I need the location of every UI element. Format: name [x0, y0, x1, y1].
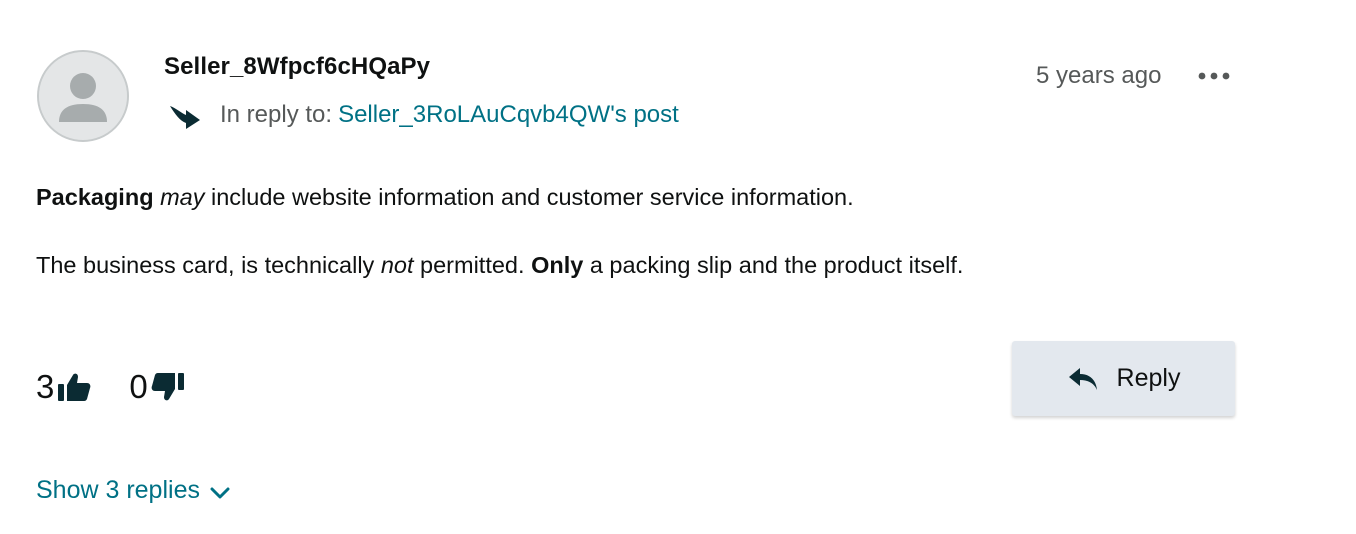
- vote-bar: 3 0: [36, 368, 185, 406]
- reply-to-line: In reply to: Seller_3RoLAuCqvb4QW's post: [168, 100, 679, 130]
- post-timestamp: 5 years ago: [1036, 62, 1162, 89]
- show-replies-toggle[interactable]: Show 3 replies: [36, 476, 230, 505]
- reply-to-label: In reply to:: [220, 101, 333, 128]
- post-body-paragraph-2: The business card, is technically not pe…: [36, 252, 963, 279]
- paragraph-text: The business card, is technically: [36, 252, 375, 278]
- thumbs-up-icon: [58, 373, 91, 401]
- paragraph-text: permitted.: [420, 252, 525, 278]
- thumbs-down-icon: [151, 373, 184, 401]
- paragraph-text: include website information and customer…: [211, 184, 854, 210]
- user-silhouette-icon: [39, 52, 127, 140]
- upvote-button[interactable]: 3: [36, 368, 91, 406]
- curved-arrow-right-icon: [170, 106, 200, 129]
- post-body-paragraph-1: Packaging may include website informatio…: [36, 184, 854, 211]
- forum-post: Seller_8Wfpcf6cHQaPy In reply to: Seller…: [0, 0, 1356, 534]
- emphasis-italic: may: [160, 184, 205, 210]
- upvote-count: 3: [36, 368, 55, 405]
- downvote-count: 0: [129, 368, 148, 405]
- more-horizontal-icon: [1198, 72, 1230, 80]
- reply-to-post-link[interactable]: Seller_3RoLAuCqvb4QW's post: [338, 101, 679, 129]
- author-name[interactable]: Seller_8Wfpcf6cHQaPy: [164, 53, 430, 81]
- show-replies-label: Show 3 replies: [36, 476, 200, 504]
- avatar[interactable]: [37, 50, 129, 142]
- reply-button-label: Reply: [1116, 364, 1181, 392]
- reply-button[interactable]: Reply: [1012, 341, 1235, 416]
- downvote-button[interactable]: 0: [129, 368, 184, 406]
- emphasis-italic: not: [380, 252, 414, 278]
- paragraph-text: a packing slip and the product itself.: [589, 252, 964, 278]
- reply-arrow-icon: [1068, 367, 1097, 390]
- emphasis-bold: Packaging: [36, 184, 154, 210]
- emphasis-bold: Only: [531, 252, 584, 278]
- more-options-button[interactable]: [1196, 62, 1232, 90]
- chevron-down-icon: [210, 487, 230, 498]
